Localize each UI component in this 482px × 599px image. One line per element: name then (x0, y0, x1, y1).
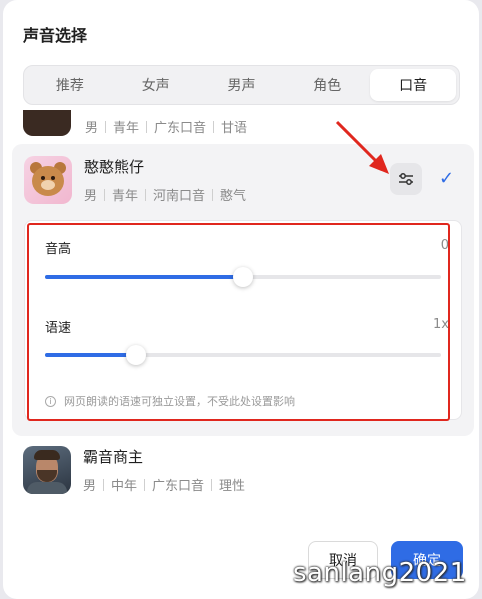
voice-tags: 男 中年 广东口音 理性 (83, 478, 246, 494)
voice-name: 霸音商主 (83, 448, 144, 466)
pitch-label: 音高 (45, 242, 72, 257)
checkmark-icon: ✓ (439, 168, 455, 189)
speed-slider-thumb[interactable] (126, 345, 147, 365)
avatar (23, 446, 71, 494)
sliders-icon (399, 173, 413, 185)
speed-slider[interactable] (45, 345, 441, 365)
tab-female[interactable]: 女声 (113, 69, 199, 101)
voice-tags: 男 青年 河南口音 憨气 (84, 188, 247, 204)
tab-male[interactable]: 男声 (199, 69, 285, 101)
voice-select-dialog: 声音选择 推荐 女声 男声 角色 口音 男 青年 广东口音 甘语 憨憨熊仔 男 … (3, 0, 479, 599)
speed-label: 语速 (45, 321, 72, 336)
voice-settings-panel: 音高 0 语速 1x i 网页朗读的语速可独立设置，不受此处设置影响 (24, 220, 462, 420)
speed-hint: i 网页朗读的语速可独立设置，不受此处设置影响 (45, 393, 295, 409)
list-item[interactable]: 霸音商主 男 中年 广东口音 理性 (23, 446, 245, 494)
avatar (24, 156, 72, 204)
voice-name: 憨憨熊仔 (84, 158, 145, 176)
avatar (23, 110, 71, 136)
list-item[interactable]: 男 青年 广东口音 甘语 (23, 110, 463, 136)
confirm-button[interactable]: 确定 (391, 541, 463, 579)
info-icon: i (45, 395, 56, 407)
voice-tags: 男 青年 广东口音 甘语 (85, 120, 248, 136)
pitch-slider-thumb[interactable] (233, 267, 253, 287)
tab-accent[interactable]: 口音 (370, 69, 456, 101)
cancel-button[interactable]: 取消 (308, 541, 378, 579)
pitch-value: 0 (440, 238, 449, 253)
dialog-title: 声音选择 (23, 26, 88, 45)
speed-value: 1x (433, 317, 449, 332)
pitch-slider[interactable] (45, 267, 441, 287)
voice-settings-button[interactable] (390, 163, 422, 195)
tab-character[interactable]: 角色 (284, 69, 370, 101)
tab-recommended[interactable]: 推荐 (27, 69, 113, 101)
voice-category-tabs: 推荐 女声 男声 角色 口音 (23, 65, 460, 105)
selected-voice-card[interactable]: 憨憨熊仔 男 青年 河南口音 憨气 ✓ 音高 0 语速 1x i 网页朗读的语速… (12, 144, 474, 436)
